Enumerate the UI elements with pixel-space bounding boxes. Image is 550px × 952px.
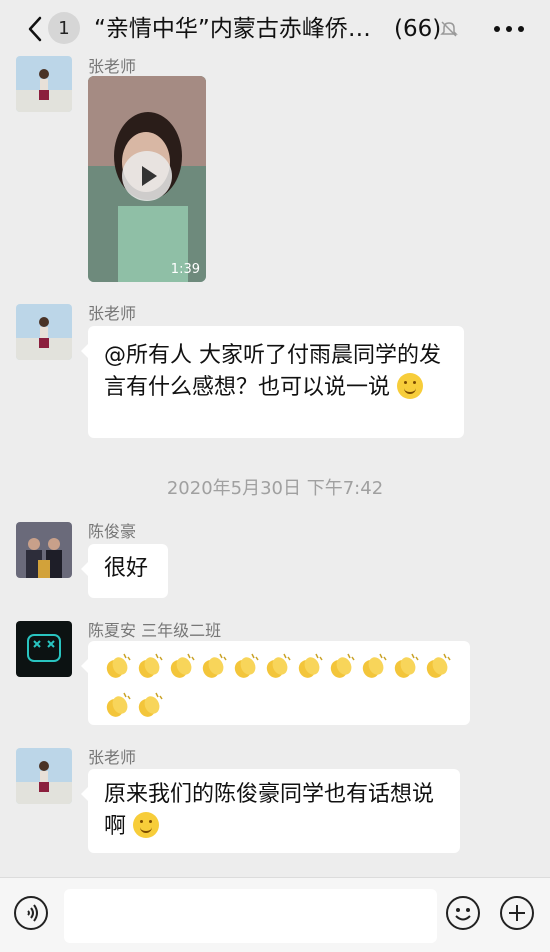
member-count: (66): [394, 16, 442, 42]
play-button[interactable]: [122, 151, 172, 201]
timestamp: 2020年5月30日 下午7:42: [166, 478, 384, 499]
clap-emoji-icon: [422, 651, 452, 681]
video-duration: 1:39: [170, 262, 200, 277]
sender-name: 张老师: [88, 304, 137, 323]
clap-emoji-icon: [134, 651, 164, 681]
back-icon: [28, 16, 42, 42]
avatar-zhang[interactable]: [16, 56, 72, 112]
message-bubble[interactable]: [81, 641, 470, 725]
clap-emoji-icon: [358, 651, 388, 681]
clap-emoji-icon: [102, 690, 132, 720]
clap-emoji-icon: [230, 651, 260, 681]
clap-emoji-icon: [326, 651, 356, 681]
more-dot: [518, 26, 524, 32]
emoji-face-icon: [455, 908, 471, 921]
more-icon: [494, 26, 500, 32]
sender-name: 张老师: [88, 748, 137, 767]
sender-name: 张老师: [88, 57, 137, 76]
clap-emoji-row: [102, 651, 456, 729]
message-input[interactable]: [64, 889, 437, 943]
chat-header: 1 “亲情中华”内蒙古赤峰侨… (66): [0, 0, 550, 58]
more-button[interactable]: [494, 16, 524, 42]
chat-title: “亲情中华”内蒙古赤峰侨…: [94, 16, 371, 42]
clap-emoji-icon: [390, 651, 420, 681]
message-text: @所有人 大家听了付雨晨同学的发言有什么感想？也可以说一说: [104, 343, 441, 400]
clap-emoji-icon: [294, 651, 324, 681]
smile-emoji-icon: [397, 373, 424, 399]
clap-emoji-icon: [102, 651, 132, 681]
message-text: 很好: [104, 556, 149, 581]
emoji-button[interactable]: [446, 896, 480, 930]
voice-icon: [27, 904, 38, 922]
sender-name: 陈夏安 三年级二班: [88, 621, 222, 640]
video-message[interactable]: 1:39: [88, 76, 206, 282]
clap-emoji-icon: [134, 690, 164, 720]
avatar-chen-xiaan[interactable]: [16, 621, 72, 677]
clap-emoji-icon: [262, 651, 292, 681]
add-button[interactable]: [500, 896, 534, 930]
message-bubble[interactable]: 原来我们的陈俊豪同学也有话想说啊: [81, 769, 460, 853]
clap-emoji-icon: [166, 651, 196, 681]
avatar-chen-junhao[interactable]: [16, 522, 72, 578]
mute-bell-icon: [440, 20, 458, 38]
smile-emoji-icon: [133, 812, 160, 838]
avatar-zhang[interactable]: [16, 304, 72, 360]
message-bubble[interactable]: @所有人 大家听了付雨晨同学的发言有什么感想？也可以说一说: [81, 326, 464, 438]
avatar-zhang[interactable]: [16, 748, 72, 804]
input-bar: [0, 877, 550, 952]
voice-button[interactable]: [14, 896, 48, 930]
back-button[interactable]: [18, 12, 52, 46]
more-dot: [506, 26, 512, 32]
message-bubble[interactable]: 很好: [81, 544, 168, 598]
sender-name: 陈俊豪: [88, 522, 137, 541]
clap-emoji-icon: [198, 651, 228, 681]
plus-icon: [509, 905, 525, 921]
unread-badge: 1: [48, 12, 80, 44]
